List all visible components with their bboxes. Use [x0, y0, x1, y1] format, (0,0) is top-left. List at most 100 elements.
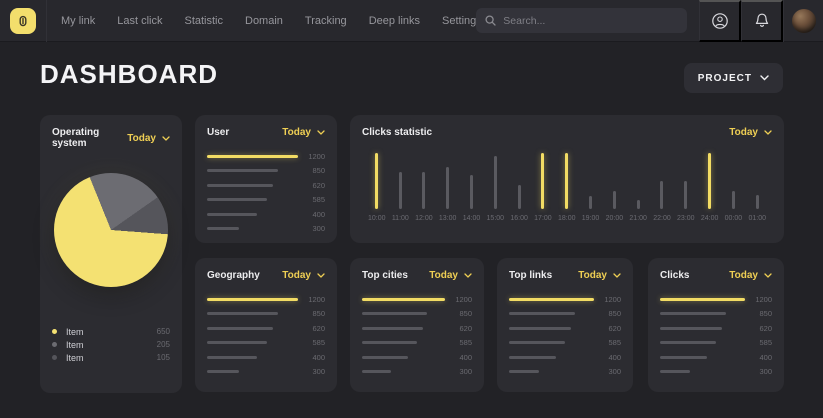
bar: [207, 184, 298, 187]
bar-row: 585: [509, 336, 621, 351]
bar-value: 850: [445, 309, 472, 318]
bar: [362, 370, 445, 373]
time-label: 10:00: [368, 215, 386, 222]
time-bar: 13:00: [439, 150, 457, 222]
bar: [509, 341, 594, 344]
time-bar: 15:00: [487, 150, 505, 222]
nav-item-setting[interactable]: Setting: [442, 15, 476, 27]
period-label: Today: [729, 270, 758, 281]
account-icon: [711, 12, 729, 30]
period-dropdown[interactable]: Today: [729, 127, 772, 138]
time-bar: 22:00: [653, 150, 671, 222]
legend-row: Item205: [52, 338, 170, 351]
bar: [509, 356, 594, 359]
bar-row: 400: [660, 350, 772, 365]
time-bar: 11:00: [392, 150, 409, 222]
card-title: Operating system: [52, 127, 127, 149]
bar-row: 620: [362, 321, 472, 336]
period-dropdown[interactable]: Today: [578, 270, 621, 281]
bar-row: 1200: [660, 292, 772, 307]
bar-row: 400: [207, 207, 325, 222]
nav-item-deep-links[interactable]: Deep links: [369, 15, 420, 27]
time-bar: 00:00: [725, 150, 743, 222]
bar-row: 585: [660, 336, 772, 351]
bar-row: 300: [660, 365, 772, 380]
bar-value: 620: [745, 324, 772, 333]
legend-row: Item650: [52, 325, 170, 338]
legend-row: Item105: [52, 351, 170, 364]
time-label: 20:00: [606, 215, 624, 222]
app-logo[interactable]: [10, 8, 36, 34]
pie-chart: [52, 149, 170, 311]
legend-value: 205: [157, 340, 170, 349]
nav-item-statistic[interactable]: Statistic: [184, 15, 223, 27]
nav-item-my-link[interactable]: My link: [61, 15, 95, 27]
bar-row: 850: [207, 307, 325, 322]
bar-value: 850: [594, 309, 621, 318]
time-bar: 12:00: [415, 150, 433, 222]
period-label: Today: [127, 133, 156, 144]
time-bar: 16:00: [510, 150, 528, 222]
bar-value: 850: [298, 309, 325, 318]
period-label: Today: [429, 270, 458, 281]
nav-item-domain[interactable]: Domain: [245, 15, 283, 27]
time-label: 22:00: [653, 215, 671, 222]
time-bar: 24:00: [701, 150, 719, 222]
time-bar: 20:00: [606, 150, 624, 222]
card-clicks-statistic: Clicks statistic Today 10:0011:0012:0013…: [350, 115, 784, 243]
bar-row: 620: [207, 321, 325, 336]
search-input[interactable]: [503, 15, 678, 27]
bar-row: 850: [660, 307, 772, 322]
nav-item-tracking[interactable]: Tracking: [305, 15, 347, 27]
link-icon: [17, 14, 29, 28]
bar-value: 300: [594, 367, 621, 376]
divider: [46, 0, 47, 42]
period-dropdown[interactable]: Today: [429, 270, 472, 281]
bar-list: 1200850620585400300: [362, 292, 472, 379]
bar-value: 585: [745, 338, 772, 347]
bar-row: 1200: [509, 292, 621, 307]
avatar: [792, 9, 816, 33]
account-button[interactable]: [699, 0, 741, 42]
bar-value: 850: [298, 166, 325, 175]
bar: [362, 341, 445, 344]
bar: [207, 198, 298, 201]
bar-row: 585: [207, 193, 325, 208]
bar: [362, 312, 445, 315]
card-geography: Geography Today 1200850620585400300: [195, 258, 337, 392]
time-bar-chart: 10:0011:0012:0013:0014:0015:0016:0017:00…: [362, 150, 772, 222]
profile-menu[interactable]: [783, 0, 823, 42]
bar-row: 850: [207, 164, 325, 179]
search-bar[interactable]: [476, 8, 687, 33]
bar-list: 1200850620585400300: [509, 292, 621, 379]
bar: [207, 213, 298, 216]
time-label: 13:00: [439, 215, 457, 222]
period-dropdown[interactable]: Today: [282, 270, 325, 281]
time-bar: 17:00: [534, 150, 552, 222]
bar-row: 400: [207, 350, 325, 365]
legend-dot-icon: [52, 355, 57, 360]
bar-value: 400: [594, 353, 621, 362]
project-dropdown[interactable]: PROJECT: [684, 63, 783, 93]
time-label: 24:00: [701, 215, 719, 222]
bar: [660, 370, 745, 373]
card-user: User Today 1200850620585400300: [195, 115, 337, 243]
search-icon: [485, 15, 496, 26]
time-label: 11:00: [392, 215, 409, 222]
legend-dot-icon: [52, 329, 57, 334]
bar-value: 850: [745, 309, 772, 318]
nav-item-last-click[interactable]: Last click: [117, 15, 162, 27]
chevron-down-icon: [764, 130, 772, 135]
bar-row: 300: [207, 222, 325, 237]
bar-value: 400: [745, 353, 772, 362]
time-label: 18:00: [558, 215, 576, 222]
notifications-button[interactable]: [741, 0, 783, 42]
period-dropdown[interactable]: Today: [729, 270, 772, 281]
bar-value: 400: [298, 353, 325, 362]
chevron-down-icon: [764, 273, 772, 278]
period-dropdown[interactable]: Today: [282, 127, 325, 138]
pie: [54, 173, 168, 287]
bar-row: 400: [509, 350, 621, 365]
bar-value: 300: [745, 367, 772, 376]
period-dropdown[interactable]: Today: [127, 133, 170, 144]
